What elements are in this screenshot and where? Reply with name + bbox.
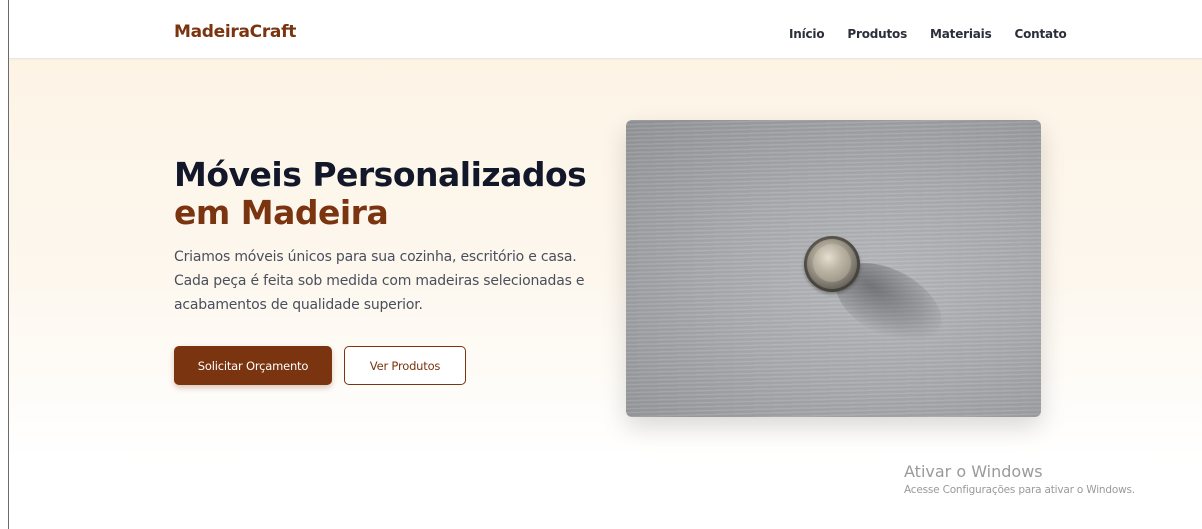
nav-link-produtos[interactable]: Produtos — [847, 27, 907, 41]
page: MadeiraCraft Início Produtos Materiais C… — [0, 0, 1202, 529]
hero-image — [626, 120, 1041, 417]
hero-title: Móveis Personalizados em Madeira — [174, 155, 587, 232]
watermark-subtitle: Acesse Configurações para ativar o Windo… — [904, 484, 1135, 496]
hero-section: Móveis Personalizados em Madeira Criamos… — [9, 59, 1202, 459]
nav-link-materiais[interactable]: Materiais — [930, 27, 992, 41]
knob-face — [813, 244, 851, 282]
main-nav: Início Produtos Materiais Contato — [789, 27, 1067, 41]
hero-title-line1: Móveis Personalizados — [174, 155, 587, 194]
hero-title-accent: em Madeira — [174, 193, 389, 232]
watermark-title: Ativar o Windows — [904, 462, 1043, 481]
hero-description: Criamos móveis únicos para sua cozinha, … — [174, 249, 585, 313]
nav-link-contato[interactable]: Contato — [1015, 27, 1067, 41]
cabinet-knob — [804, 236, 860, 292]
nav-link-inicio[interactable]: Início — [789, 27, 825, 41]
site-header: MadeiraCraft Início Produtos Materiais C… — [9, 0, 1202, 59]
view-products-button[interactable]: Ver Produtos — [344, 346, 466, 385]
brand-logo[interactable]: MadeiraCraft — [174, 22, 296, 42]
request-quote-button[interactable]: Solicitar Orçamento — [174, 346, 332, 385]
windows-activation-watermark: Ativar o Windows Acesse Configurações pa… — [904, 462, 1135, 498]
